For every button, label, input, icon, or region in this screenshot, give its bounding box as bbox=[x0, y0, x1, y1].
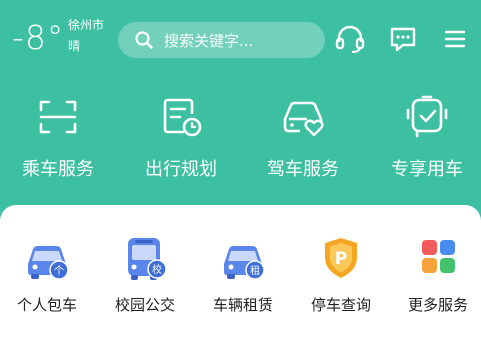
weather-status: 晴 bbox=[68, 39, 81, 53]
badge-text: 租 bbox=[250, 264, 260, 277]
parking-icon: P bbox=[325, 238, 357, 278]
message-icon[interactable] bbox=[386, 22, 420, 56]
sub-service-label: 更多服务 bbox=[407, 296, 468, 314]
sub-service-more[interactable]: 更多服务 bbox=[390, 234, 481, 315]
menu-icon[interactable] bbox=[438, 22, 472, 56]
city-name[interactable]: 徐州市 bbox=[68, 18, 104, 33]
search-icon bbox=[135, 31, 153, 49]
badge-text: 校 bbox=[152, 263, 162, 276]
search-placeholder: 搜索关键字... bbox=[164, 31, 254, 50]
service-exclusive-car[interactable]: 专享用车 bbox=[377, 92, 477, 181]
service-label: 出行规划 bbox=[145, 159, 217, 180]
service-label: 专享用车 bbox=[391, 159, 463, 180]
search-bar[interactable]: 搜索关键字... bbox=[118, 22, 325, 58]
sub-service-label: 停车查询 bbox=[310, 296, 371, 314]
sub-service-parking[interactable]: P 停车查询 bbox=[293, 234, 389, 315]
sub-service-label: 个人包车 bbox=[16, 296, 77, 314]
service-ride[interactable]: 乘车服务 bbox=[8, 92, 108, 181]
sub-service-charter[interactable]: 个 个人包车 bbox=[0, 234, 95, 315]
route-clock-icon bbox=[163, 98, 202, 137]
car-icon: 租 bbox=[224, 246, 265, 280]
grid-icon bbox=[422, 240, 455, 273]
sub-service-label: 校园公交 bbox=[114, 296, 175, 314]
sub-service-rental[interactable]: 租 车辆租赁 bbox=[195, 234, 291, 315]
sub-service-campus-bus[interactable]: 校 校园公交 bbox=[97, 234, 193, 315]
car-heart-icon bbox=[283, 101, 324, 137]
scan-icon bbox=[39, 100, 77, 134]
van-check-icon bbox=[406, 95, 448, 138]
badge-text: P bbox=[335, 249, 347, 269]
service-label: 乘车服务 bbox=[22, 159, 94, 180]
sub-service-label: 车辆租赁 bbox=[212, 296, 273, 314]
service-driving[interactable]: 驾车服务 bbox=[253, 92, 353, 181]
service-trip-planning[interactable]: 出行规划 bbox=[131, 92, 231, 181]
bus-icon: 校 bbox=[128, 238, 167, 280]
car-icon: 个 bbox=[28, 246, 69, 280]
temperature: -8° bbox=[12, 18, 65, 57]
service-label: 驾车服务 bbox=[267, 159, 339, 180]
badge-text: 个 bbox=[54, 265, 64, 277]
headset-icon[interactable] bbox=[333, 22, 367, 56]
